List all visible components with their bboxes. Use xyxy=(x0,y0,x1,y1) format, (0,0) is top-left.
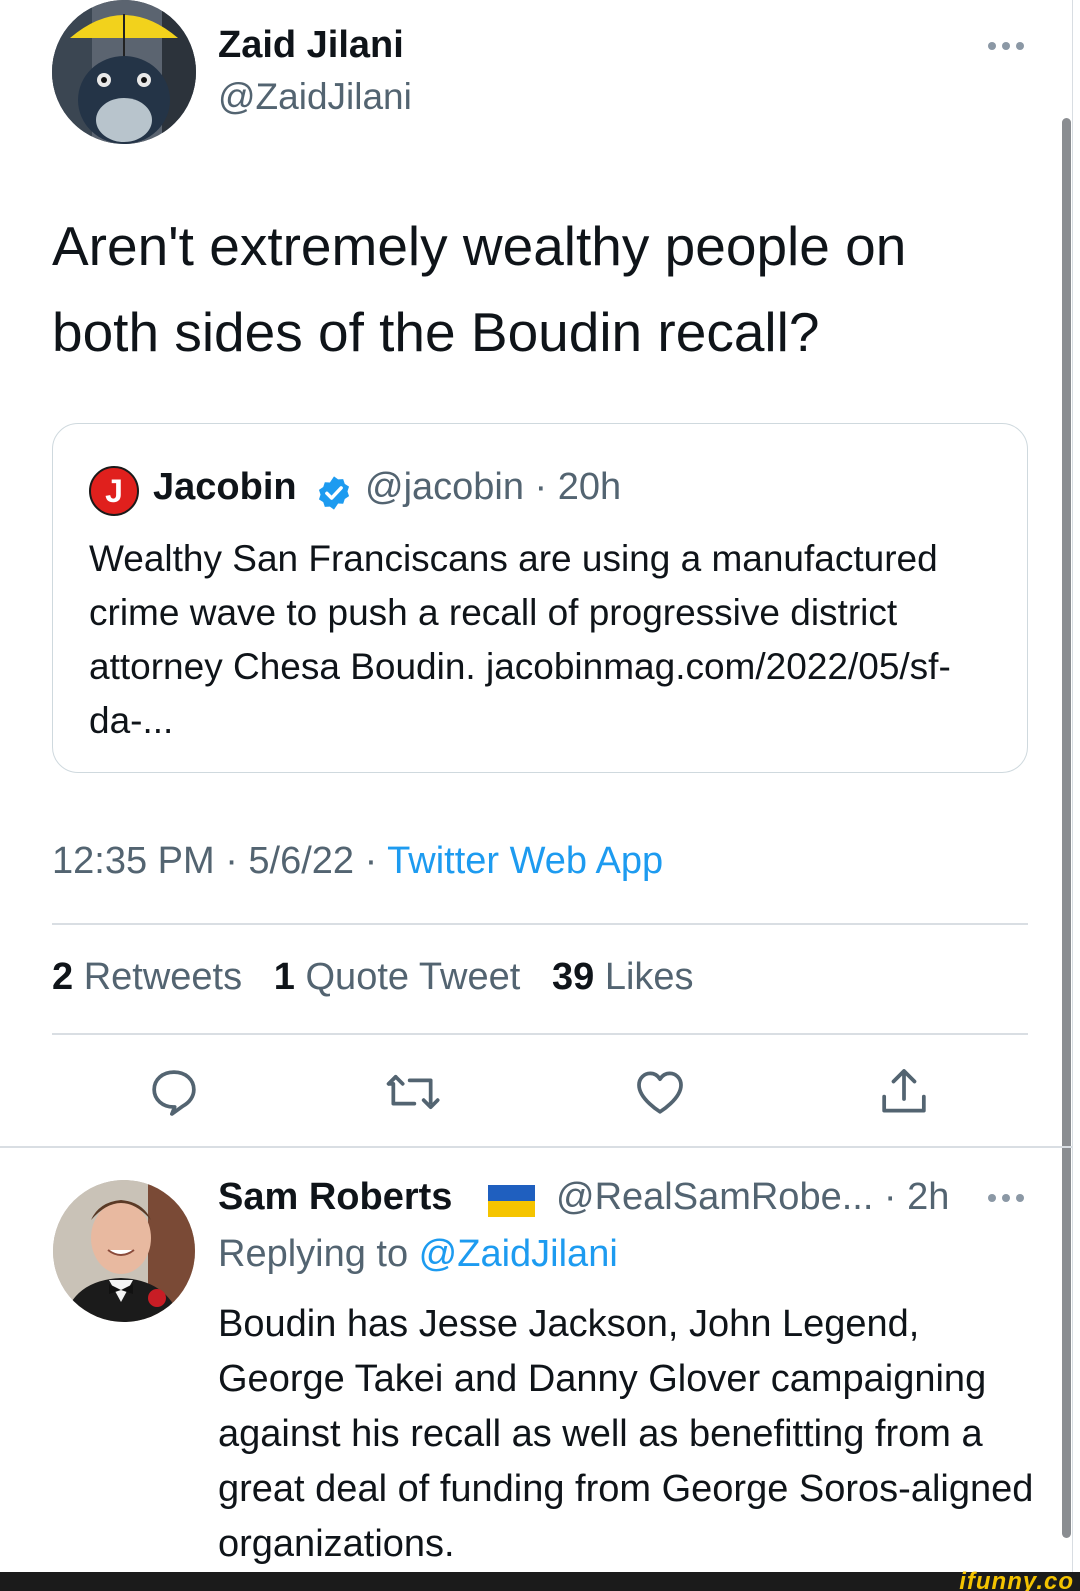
watermark-text: ifunny.co xyxy=(959,1568,1074,1591)
likes-stat[interactable]: 39 Likes xyxy=(552,956,694,998)
author-handle[interactable]: @ZaidJilani xyxy=(218,76,412,118)
watermark-bar: ifunny.co xyxy=(0,1568,1080,1591)
quoted-tweet-text: Wealthy San Franciscans are using a manu… xyxy=(89,538,951,741)
quotes-label: Quote Tweet xyxy=(305,956,521,998)
retweets-label: Retweets xyxy=(83,956,243,998)
retweet-icon[interactable] xyxy=(384,1064,440,1120)
reply-text: Boudin has Jesse Jackson, John Legend, G… xyxy=(218,1303,1034,1565)
reply-handle-time[interactable]: @RealSamRobe... · 2h xyxy=(556,1176,949,1219)
tweet-stats: 2 Retweets 1 Quote Tweet 39 Likes xyxy=(52,956,694,999)
like-icon[interactable] xyxy=(632,1064,688,1120)
quoted-handle-time: @jacobin · 20h xyxy=(365,466,622,508)
avatar-image xyxy=(53,1180,195,1322)
reply-author-avatar[interactable] xyxy=(53,1180,195,1322)
reply-author-name[interactable]: Sam Roberts xyxy=(218,1176,452,1219)
divider xyxy=(0,1146,1072,1148)
divider xyxy=(52,1033,1028,1035)
ukraine-flag-icon xyxy=(488,1185,535,1217)
jacobin-logo-icon: J xyxy=(89,466,139,516)
quotes-count: 1 xyxy=(273,956,295,998)
scrollbar[interactable] xyxy=(1062,118,1071,1538)
retweets-stat[interactable]: 2 Retweets xyxy=(52,956,242,998)
quoted-tweet-card[interactable]: J Jacobin @jacobin · 20h Wealthy San Fra… xyxy=(52,423,1028,773)
tweet-timestamp[interactable]: 12:35 PM · 5/6/22 · xyxy=(52,840,387,882)
divider xyxy=(52,923,1028,925)
tweet-meta: 12:35 PM · 5/6/22 · Twitter Web App xyxy=(52,840,663,883)
share-icon[interactable] xyxy=(876,1064,932,1120)
tweet-source-link[interactable]: Twitter Web App xyxy=(387,840,663,882)
author-avatar[interactable] xyxy=(52,0,196,144)
more-icon[interactable] xyxy=(986,40,1026,52)
reply-icon[interactable] xyxy=(146,1064,202,1120)
quoted-author-name: Jacobin xyxy=(153,466,297,508)
avatar-image xyxy=(52,0,196,144)
author-name[interactable]: Zaid Jilani xyxy=(218,24,404,67)
quotes-stat[interactable]: 1 Quote Tweet xyxy=(274,956,520,998)
more-icon[interactable] xyxy=(986,1192,1026,1204)
likes-label: Likes xyxy=(604,956,694,998)
verified-icon xyxy=(318,476,350,510)
right-edge-divider xyxy=(1072,0,1073,1591)
replying-mention-link[interactable]: @ZaidJilani xyxy=(419,1233,618,1275)
likes-count: 39 xyxy=(551,956,595,998)
replying-prefix: Replying to xyxy=(218,1233,419,1275)
retweets-count: 2 xyxy=(52,956,74,998)
tweet-text: Aren't extremely wealthy people on both … xyxy=(52,215,907,363)
replying-to: Replying to @ZaidJilani xyxy=(218,1233,618,1276)
